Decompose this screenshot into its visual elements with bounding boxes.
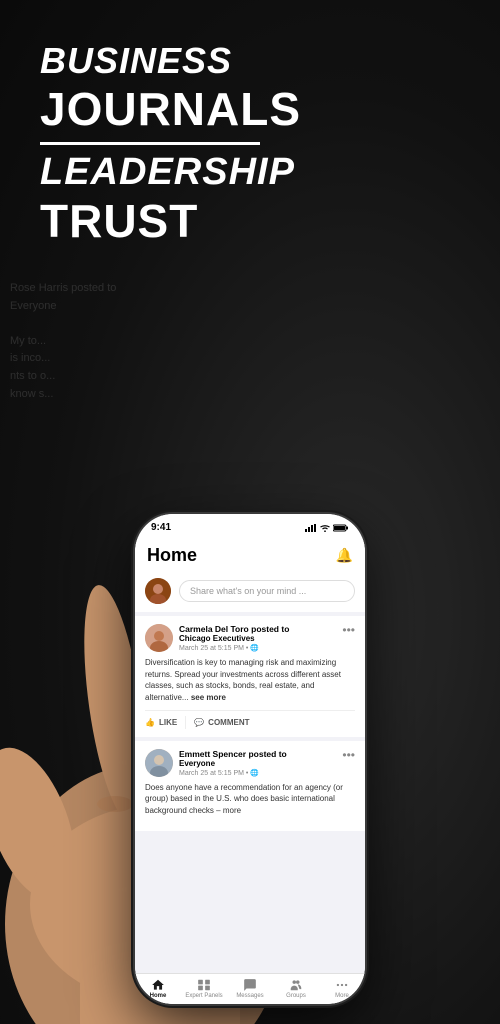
post-actions: 👍 LIKE 💬 COMMENT — [145, 710, 355, 729]
branding-area: Business Journals Leadership Trust — [40, 40, 301, 248]
post-meta-2: Emmett Spencer posted to Everyone March … — [179, 749, 287, 777]
post-time: March 25 at 5:15 PM • 🌐 — [179, 644, 289, 652]
see-more-link[interactable]: see more — [191, 693, 226, 702]
post-avatar-2 — [145, 749, 173, 777]
nav-label-messages: Messages — [236, 993, 263, 999]
post-body-2: Does anyone have a recommendation for an… — [145, 782, 355, 817]
more-icon — [335, 978, 349, 992]
home-icon — [151, 978, 165, 992]
post-options-icon-2[interactable]: ••• — [342, 749, 355, 761]
brand-divider — [40, 142, 260, 145]
post-body: Diversification is key to managing risk … — [145, 657, 355, 703]
signal-icon — [305, 524, 317, 532]
feed: Share what's on your mind ... — [135, 570, 365, 973]
nav-item-messages[interactable]: Messages — [227, 978, 273, 999]
post-avatar — [145, 624, 173, 652]
brand-line2: Journals — [40, 82, 301, 136]
background-ghost-content: Rose Harris posted to Everyone My to... … — [10, 280, 116, 403]
nav-label-home: Home — [150, 993, 167, 999]
post-author-row: Carmela Del Toro posted to Chicago Execu… — [145, 624, 289, 652]
nav-label-groups: Groups — [286, 993, 306, 999]
brand-line3: Leadership — [40, 151, 301, 194]
nav-item-expert-panels[interactable]: Expert Panels — [181, 978, 227, 999]
phone-screen: 9:41 — [135, 514, 365, 1004]
post-group-2: Everyone — [179, 759, 287, 768]
post-group: Chicago Executives — [179, 634, 289, 643]
battery-icon — [333, 524, 349, 532]
post-card: Carmela Del Toro posted to Chicago Execu… — [135, 616, 365, 737]
page-title: Home — [147, 545, 197, 566]
notification-bell-icon[interactable]: 🔔 — [336, 547, 353, 564]
post-author-name: Carmela Del Toro posted to — [179, 624, 289, 634]
wifi-icon — [320, 524, 330, 532]
thumb-up-icon: 👍 — [145, 718, 155, 727]
phone-frame: 9:41 — [135, 514, 365, 1004]
comment-button[interactable]: 💬 COMMENT — [186, 716, 257, 729]
post-meta: Carmela Del Toro posted to Chicago Execu… — [179, 624, 289, 652]
brand-line4: Trust — [40, 194, 301, 248]
status-bar: 9:41 — [135, 514, 365, 537]
status-time: 9:41 — [151, 522, 171, 533]
messages-icon — [243, 978, 257, 992]
bottom-nav: Home Expert Panels Messages — [135, 973, 365, 1004]
nav-item-groups[interactable]: Groups — [273, 978, 319, 999]
share-box: Share what's on your mind ... — [135, 570, 365, 612]
app-header: Home 🔔 — [135, 537, 365, 570]
groups-icon — [289, 978, 303, 992]
post-author-name-2: Emmett Spencer posted to — [179, 749, 287, 759]
post-header-2: Emmett Spencer posted to Everyone March … — [145, 749, 355, 777]
user-avatar — [145, 578, 171, 604]
comment-icon: 💬 — [194, 718, 204, 727]
post-time-2: March 25 at 5:15 PM • 🌐 — [179, 769, 287, 777]
share-input[interactable]: Share what's on your mind ... — [179, 580, 355, 602]
like-button[interactable]: 👍 LIKE — [145, 716, 186, 729]
nav-label-more: More — [335, 993, 349, 999]
nav-label-expert-panels: Expert Panels — [185, 993, 222, 999]
post-author-row-2: Emmett Spencer posted to Everyone March … — [145, 749, 287, 777]
app-content: Home 🔔 Share what's on your mind ... — [135, 537, 365, 1004]
status-icons — [305, 524, 349, 532]
post-header: Carmela Del Toro posted to Chicago Execu… — [145, 624, 355, 652]
expert-panels-icon — [197, 978, 211, 992]
post-options-icon[interactable]: ••• — [342, 624, 355, 636]
brand-line1: Business — [40, 40, 301, 82]
post-card-2: Emmett Spencer posted to Everyone March … — [135, 741, 365, 831]
